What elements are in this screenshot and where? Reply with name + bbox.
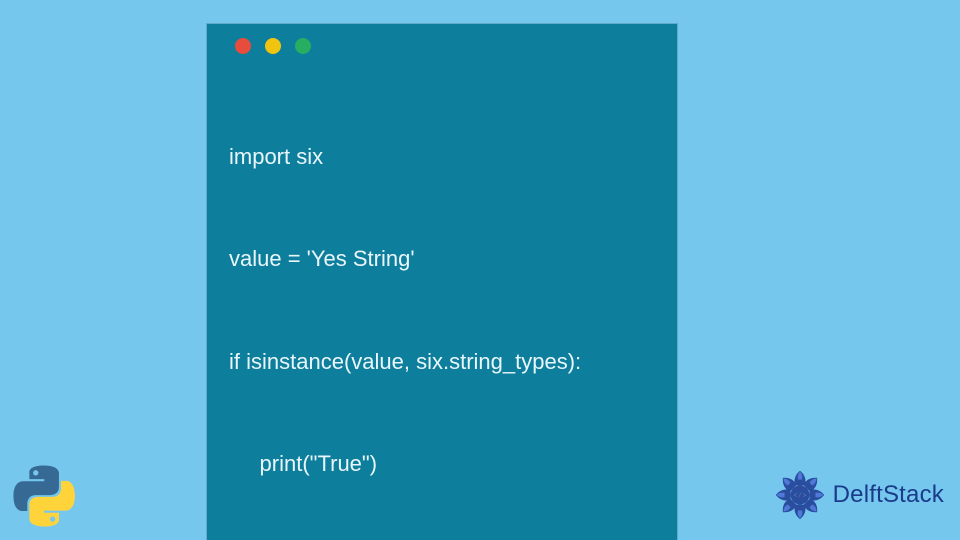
- brand-badge: </> DelftStack: [773, 468, 944, 522]
- code-window: import six value = 'Yes String' if isins…: [207, 24, 677, 540]
- close-icon: [235, 38, 251, 54]
- svg-text:</>: </>: [793, 493, 807, 501]
- code-block: import six value = 'Yes String' if isins…: [229, 72, 655, 540]
- code-line: import six: [229, 140, 655, 174]
- code-line: if isinstance(value, six.string_types):: [229, 345, 655, 379]
- minimize-icon: [265, 38, 281, 54]
- brand-name: DelftStack: [833, 481, 944, 509]
- code-line: print("True"): [229, 447, 655, 481]
- maximize-icon: [295, 38, 311, 54]
- delftstack-logo-icon: </>: [773, 468, 827, 522]
- code-line: value = 'Yes String': [229, 242, 655, 276]
- traffic-lights: [235, 38, 655, 54]
- python-logo-icon: [12, 464, 76, 528]
